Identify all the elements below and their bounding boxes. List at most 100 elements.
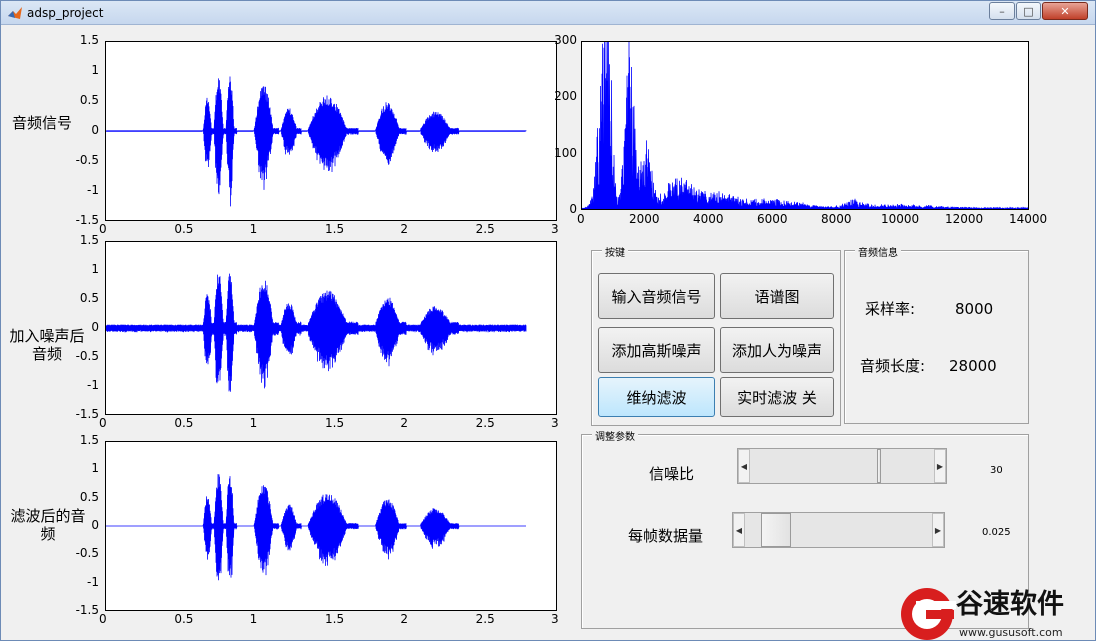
y-tick-label: -1.5 <box>75 603 99 617</box>
spectrum-y-tick-label: 0 <box>569 202 577 216</box>
x-tick-label: 3 <box>551 416 559 430</box>
spectrum-plot <box>582 42 1028 209</box>
watermark-logo: 谷速软件 www.gususoft.com <box>896 581 1096 641</box>
y-tick-label: 0.5 <box>79 489 99 504</box>
frame-size-label: 每帧数据量 <box>628 527 704 545</box>
sample-rate-label: 采样率: <box>865 300 916 318</box>
x-tick-label: 2.5 <box>475 416 495 430</box>
signal-axes[interactable] <box>105 41 557 221</box>
buttons-panel-title: 按键 <box>602 244 628 259</box>
x-tick-label: 1 <box>249 222 258 236</box>
x-tick-label: 0 <box>99 612 107 626</box>
snr-slider-right-arrow[interactable]: ▶ <box>934 449 946 483</box>
spectrum-axes[interactable] <box>581 41 1029 210</box>
snr-slider-thumb[interactable] <box>877 449 882 483</box>
spectrum-x-tick-label: 12000 <box>945 212 984 226</box>
x-tick-label: 2.5 <box>475 222 495 236</box>
x-tick-label: 2.5 <box>475 612 495 626</box>
waveform-line <box>106 76 527 207</box>
close-button[interactable]: ✕ <box>1042 2 1088 20</box>
minimize-button[interactable]: – <box>989 2 1015 20</box>
x-tick-label: 0 <box>99 222 107 236</box>
spectrum-y-tick-label: 100 <box>554 145 577 160</box>
spectrum-x-tick-label: 4000 <box>693 212 724 226</box>
snr-slider-left-arrow[interactable]: ◀ <box>738 449 750 483</box>
x-tick-label: 1.5 <box>325 416 345 430</box>
frame-size-slider[interactable]: ◀ ▶ <box>732 512 945 548</box>
wiener-filter-button[interactable]: 维纳滤波 <box>598 377 715 417</box>
audio-length-label: 音频长度: <box>860 357 926 375</box>
y-tick-label: 0.5 <box>79 93 99 107</box>
sample-rate-value: 8000 <box>955 300 994 318</box>
x-tick-label: 1.5 <box>325 612 345 626</box>
spectrum-x-tick-label: 0 <box>577 212 585 226</box>
filtered-axes[interactable] <box>105 441 557 611</box>
signal-plot-label: 音频信号 <box>11 114 72 132</box>
x-tick-label: 2 <box>400 416 408 430</box>
y-tick-label: 1 <box>91 262 99 276</box>
add-gaussian-noise-button[interactable]: 添加高斯噪声 <box>598 327 715 373</box>
y-tick-label: 0 <box>91 123 99 137</box>
y-tick-label: 1.5 <box>79 33 99 47</box>
audio-info-panel: 音频信息 采样率: 8000 音频长度: 28000 <box>844 244 1029 424</box>
input-audio-button[interactable]: 输入音频信号 <box>598 273 715 319</box>
spectrogram-button[interactable]: 语谱图 <box>720 273 834 319</box>
y-tick-label: -0.5 <box>75 349 99 363</box>
x-tick-label: 1.5 <box>325 222 345 236</box>
x-tick-label: 0 <box>99 416 107 430</box>
frame-slider-left-arrow[interactable]: ◀ <box>733 513 745 547</box>
watermark-text: 谷速软件 <box>956 589 1064 620</box>
add-human-noise-button[interactable]: 添加人为噪声 <box>720 327 834 373</box>
snr-label: 信噪比 <box>649 465 695 483</box>
audio-length-value: 28000 <box>949 357 997 375</box>
spectrum-x-tick-label: 14000 <box>1009 212 1048 226</box>
spectrum-x-tick-label: 8000 <box>821 212 852 226</box>
x-tick-label: 2 <box>400 612 408 626</box>
params-panel-title: 调整参数 <box>592 428 638 443</box>
x-tick-label: 0.5 <box>174 416 194 430</box>
realtime-filter-toggle[interactable]: 实时滤波 关 <box>720 377 834 417</box>
snr-slider[interactable]: ◀ ▶ <box>737 448 947 484</box>
spectrum-line <box>582 42 1028 209</box>
y-tick-label: -0.5 <box>75 153 99 167</box>
y-tick-label: 1 <box>91 63 99 77</box>
waveform-line <box>106 273 527 392</box>
y-tick-label: -1 <box>87 574 99 589</box>
maximize-button[interactable]: □ <box>1016 2 1041 20</box>
window-title: adsp_project <box>27 6 104 20</box>
y-tick-label: -1.5 <box>75 407 99 421</box>
signal-waveform <box>106 76 527 207</box>
x-tick-label: 3 <box>551 222 559 236</box>
y-tick-label: 0 <box>91 518 99 532</box>
matlab-logo-icon <box>8 7 22 19</box>
x-tick-label: 0.5 <box>174 222 194 236</box>
spectrum-x-tick-label: 6000 <box>757 212 788 226</box>
buttons-panel: 按键 输入音频信号 语谱图 添加高斯噪声 添加人为噪声 维纳滤波 实时滤波 关 <box>591 244 841 426</box>
y-tick-label: 1.5 <box>79 433 99 447</box>
filtered-waveform <box>106 474 526 581</box>
watermark-url: www.gususoft.com <box>959 626 1063 639</box>
spectrum-x-tick-label: 2000 <box>629 212 660 226</box>
waveform-line <box>106 474 526 581</box>
spectrum-y-tick-label: 300 <box>554 33 577 47</box>
x-tick-label: 1 <box>249 416 258 430</box>
y-tick-label: -1 <box>87 378 99 392</box>
frame-slider-right-arrow[interactable]: ▶ <box>932 513 944 547</box>
y-tick-label: -1 <box>87 183 99 197</box>
x-tick-label: 1 <box>249 612 258 626</box>
x-tick-label: 0.5 <box>174 612 194 626</box>
noisy-waveform <box>106 273 527 392</box>
y-tick-label: -0.5 <box>75 546 99 561</box>
title-bar[interactable]: adsp_project – □ ✕ <box>1 1 1095 25</box>
snr-value: 30 <box>990 465 1003 476</box>
x-tick-label: 3 <box>551 612 559 626</box>
spectrum-y-tick-label: 200 <box>554 89 577 104</box>
frame-size-value: 0.025 <box>982 527 1011 538</box>
frame-slider-thumb[interactable] <box>760 513 791 547</box>
spectrum-x-tick-label: 10000 <box>881 212 920 226</box>
app-window: adsp_project – □ ✕ 音频信号 加入噪声后 音频 滤波后的音 频… <box>0 0 1096 641</box>
noisy-axes[interactable] <box>105 241 557 415</box>
y-tick-label: 1.5 <box>79 233 99 247</box>
y-tick-label: -1.5 <box>75 213 99 227</box>
y-tick-label: 0.5 <box>79 291 99 305</box>
